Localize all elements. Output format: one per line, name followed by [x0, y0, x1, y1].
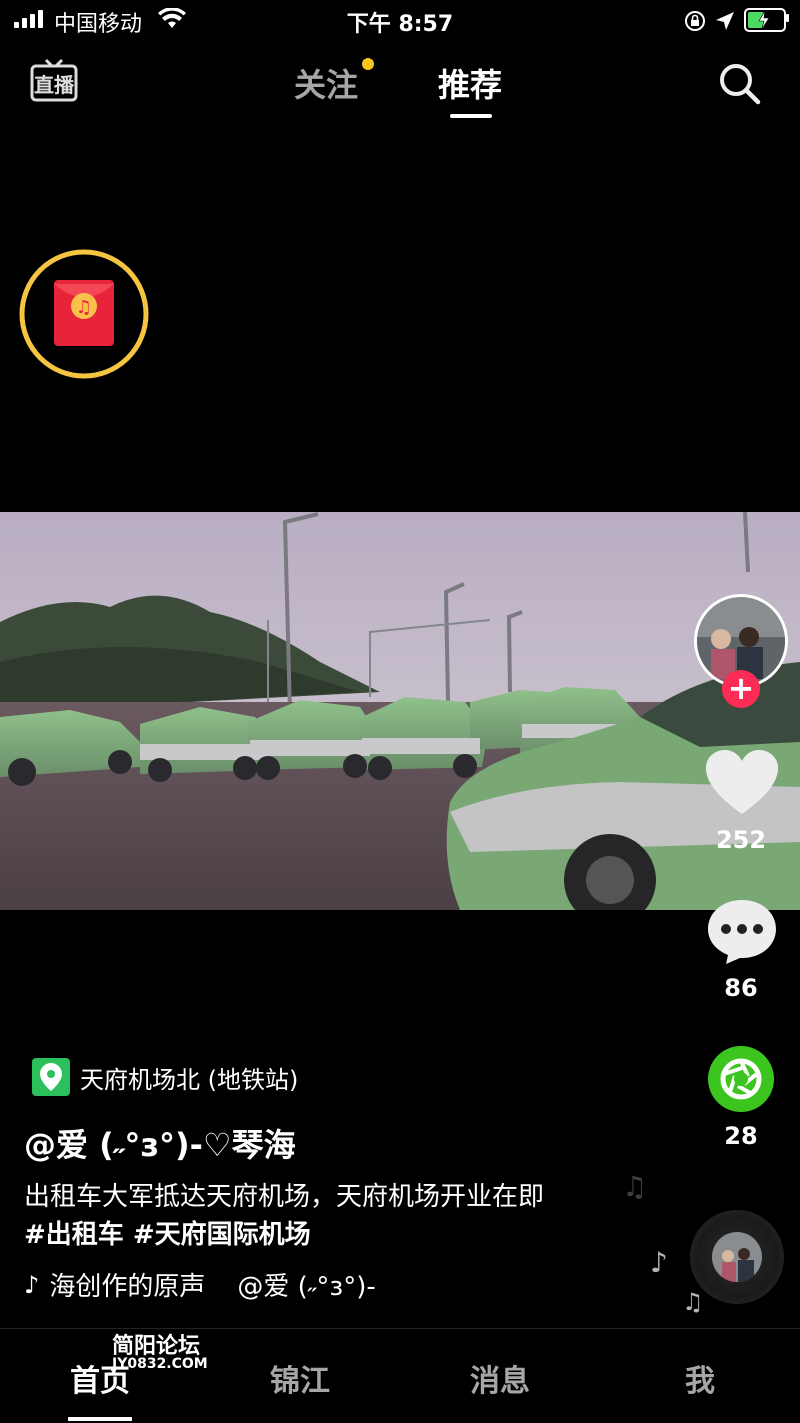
nav-me[interactable]: 我: [620, 1356, 780, 1400]
live-label: 直播: [34, 73, 75, 97]
music-title: 海创作的原声: [49, 1272, 206, 1302]
music-note-icon: ♫: [622, 1170, 648, 1203]
battery-icon: [744, 8, 786, 32]
comment-count: 86: [724, 974, 758, 1002]
music-info[interactable]: ♪ 海创作的原声 @爱 (˶°з°)-: [24, 1266, 376, 1303]
red-packet-reward[interactable]: ♫: [18, 248, 150, 380]
location-tag[interactable]: 天府机场北 (地铁站): [32, 1058, 298, 1096]
search-icon[interactable]: [716, 60, 764, 108]
music-author: @爱 (˶°з°)-: [237, 1272, 376, 1302]
location-arrow-icon: [716, 12, 734, 30]
tab-recommend[interactable]: 推荐: [438, 60, 502, 106]
live-tv-icon[interactable]: 直播: [30, 56, 78, 104]
music-note-icon: ♫: [76, 297, 92, 318]
tiktok-note-icon: ♪: [24, 1270, 40, 1299]
comment-bubble-icon[interactable]: [706, 898, 778, 966]
new-content-dot: [362, 58, 374, 70]
music-cover-image: [712, 1232, 762, 1282]
clock: 下午 8:57: [346, 12, 454, 37]
video-description: 出租车大军抵达天府机场，天府机场开业在即: [24, 1182, 545, 1212]
nav-messages[interactable]: 消息: [420, 1356, 580, 1400]
nav-active-indicator: [68, 1417, 132, 1421]
battery-cap: [786, 14, 789, 22]
location-name: 天府机场北 (地铁站): [80, 1065, 299, 1094]
watermark-url: JY0832.COM: [112, 1356, 208, 1372]
video-player[interactable]: [0, 512, 800, 910]
follow-button[interactable]: +: [722, 670, 760, 708]
status-bar: 中国移动 下午 8:57: [0, 0, 800, 40]
rotation-lock-icon: [685, 11, 705, 31]
tab-active-indicator: [450, 114, 492, 118]
hashtags[interactable]: #出租车 #天府国际机场: [24, 1214, 311, 1251]
author-name[interactable]: @爱 (˶°з°)-♡琴海: [24, 1120, 296, 1166]
tab-follow[interactable]: 关注: [294, 60, 358, 106]
share-moments-icon[interactable]: [708, 1046, 774, 1112]
nav-jinjiang[interactable]: 锦江: [220, 1356, 380, 1400]
location-pin-icon: [32, 1058, 70, 1096]
music-note-icon: ♪: [650, 1246, 668, 1279]
music-note-icon: ♫: [682, 1288, 704, 1316]
share-count: 28: [724, 1122, 758, 1150]
like-count: 252: [715, 826, 767, 854]
like-heart-icon[interactable]: [706, 750, 778, 816]
